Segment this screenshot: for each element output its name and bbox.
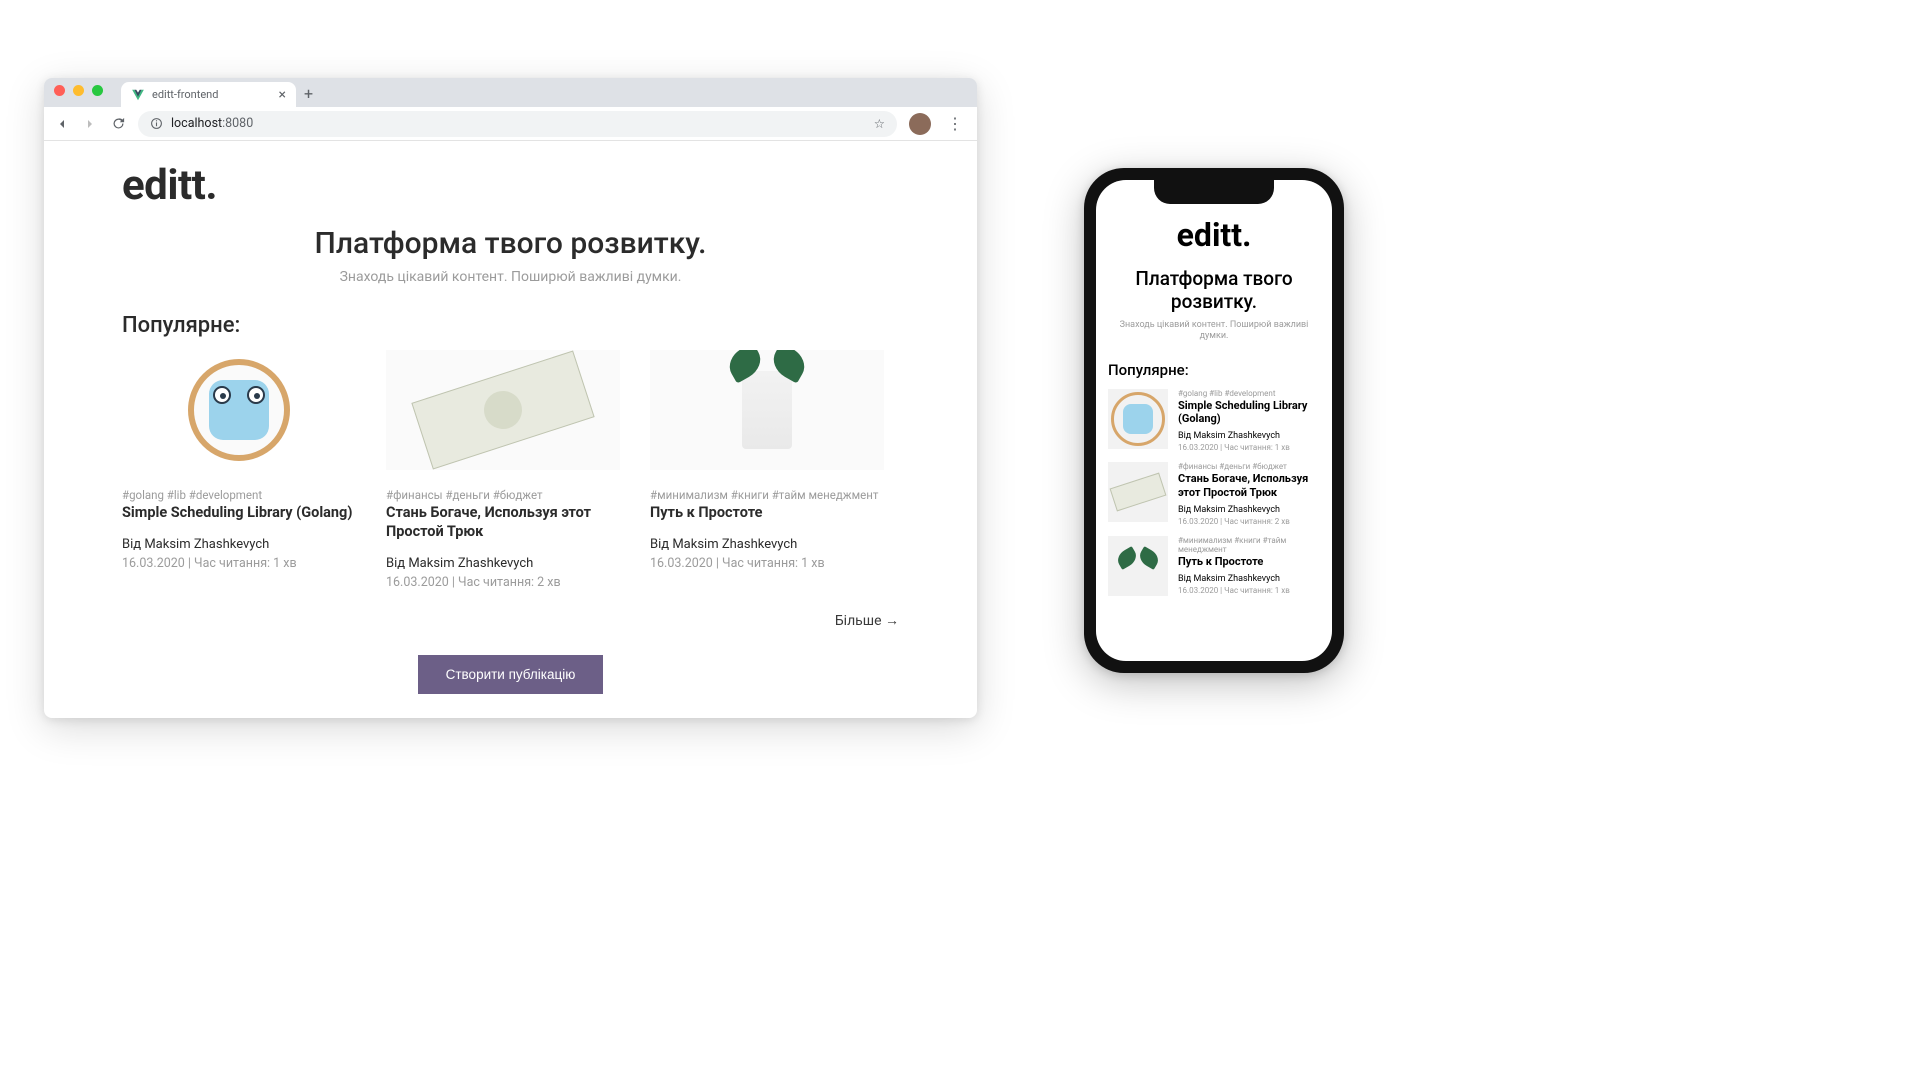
browser-tab[interactable]: editt-frontend × (121, 82, 296, 107)
hero-subtitle: Знаходь цікавий контент. Поширюй важливі… (122, 269, 899, 285)
plant-icon (742, 371, 792, 449)
browser-menu-button[interactable]: ⋮ (943, 114, 967, 133)
browser-toolbar: localhost:8080 ☆ ⋮ (44, 107, 977, 141)
create-post-button[interactable]: Створити публікацію (418, 655, 604, 694)
info-icon (150, 117, 163, 130)
cards-row: #golang #lib #development Simple Schedul… (122, 350, 899, 590)
window-controls (54, 78, 121, 107)
hero-subtitle-mobile: Знаходь цікавий контент. Поширюй важливі… (1108, 320, 1320, 343)
article-meta: 16.03.2020 | Час читання: 1 хв (650, 556, 884, 571)
section-title-popular: Популярне: (122, 313, 899, 338)
page-content: editt. Платформа твого розвитку. Знаходь… (44, 141, 977, 718)
forward-button[interactable] (82, 116, 98, 132)
phone-frame: editt. Платформа твого розвитку. Знаходь… (1084, 168, 1344, 673)
article-author: Від Maksim Zhashkevych (1178, 505, 1320, 515)
article-tags: #финансы #деньги #бюджет (386, 488, 620, 502)
article-card[interactable]: #golang #lib #development Simple Schedul… (122, 350, 356, 590)
hero-title-mobile: Платформа твого розвитку. (1108, 268, 1320, 314)
article-title: Путь к Простоте (650, 504, 884, 523)
plant-icon (1123, 546, 1153, 586)
back-button[interactable] (54, 116, 70, 132)
dollar-bill-icon (411, 350, 594, 469)
arrow-right-icon (82, 116, 98, 132)
article-author: Від Maksim Zhashkevych (1178, 574, 1320, 584)
article-meta: 16.03.2020 | Час читання: 1 хв (1178, 443, 1320, 452)
article-title: Путь к Простоте (1178, 555, 1320, 568)
article-meta: 16.03.2020 | Час читання: 2 хв (386, 575, 620, 590)
article-title: Simple Scheduling Library (Golang) (1178, 399, 1320, 425)
list-item[interactable]: #финансы #деньги #бюджет Стань Богаче, И… (1108, 462, 1320, 525)
article-author: Від Maksim Zhashkevych (1178, 431, 1320, 441)
hero-title: Платформа твого розвитку. (122, 226, 899, 261)
article-tags: #финансы #деньги #бюджет (1178, 462, 1320, 471)
url-text: localhost:8080 (171, 116, 253, 131)
minimize-window-button[interactable] (73, 85, 84, 96)
section-title-popular-mobile: Популярне: (1108, 361, 1320, 379)
article-title: Стань Богаче, Используя этот Простой Трю… (1178, 472, 1320, 498)
article-title: Simple Scheduling Library (Golang) (122, 504, 356, 523)
article-tags: #минимализм #книги #тайм менеджмент (1178, 536, 1320, 554)
gopher-clock-icon (188, 359, 290, 461)
list-item[interactable]: #golang #lib #development Simple Schedul… (1108, 389, 1320, 452)
article-thumbnail (1108, 389, 1168, 449)
phone-screen: editt. Платформа твого розвитку. Знаходь… (1096, 180, 1332, 661)
close-window-button[interactable] (54, 85, 65, 96)
tab-title: editt-frontend (152, 88, 218, 101)
article-author: Від Maksim Zhashkevych (650, 537, 884, 552)
article-author: Від Maksim Zhashkevych (122, 537, 356, 552)
article-tags: #golang #lib #development (122, 488, 356, 502)
dollar-bill-icon (1110, 473, 1167, 512)
article-card[interactable]: #минимализм #книги #тайм менеджмент Путь… (650, 350, 884, 590)
article-meta: 16.03.2020 | Час читання: 2 хв (1178, 517, 1320, 526)
article-tags: #golang #lib #development (1178, 389, 1320, 398)
article-title: Стань Богаче, Используя этот Простой Трю… (386, 504, 620, 542)
close-tab-icon[interactable]: × (279, 88, 286, 102)
arrow-left-icon (54, 116, 70, 132)
site-logo-mobile[interactable]: editt. (1108, 216, 1320, 254)
article-card[interactable]: #финансы #деньги #бюджет Стань Богаче, И… (386, 350, 620, 590)
phone-notch (1154, 180, 1274, 204)
article-thumbnail (386, 350, 620, 470)
reload-icon (111, 116, 126, 131)
reload-button[interactable] (110, 116, 126, 132)
article-tags: #минимализм #книги #тайм менеджмент (650, 488, 884, 502)
profile-avatar[interactable] (909, 113, 931, 135)
vue-favicon-icon (131, 88, 145, 102)
address-bar[interactable]: localhost:8080 ☆ (138, 111, 897, 137)
maximize-window-button[interactable] (92, 85, 103, 96)
browser-titlebar: editt-frontend × + (44, 78, 977, 107)
more-link[interactable]: Більше → (122, 612, 899, 629)
new-tab-button[interactable]: + (296, 84, 321, 107)
article-meta: 16.03.2020 | Час читання: 1 хв (1178, 586, 1320, 595)
article-author: Від Maksim Zhashkevych (386, 556, 620, 571)
list-item[interactable]: #минимализм #книги #тайм менеджмент Путь… (1108, 536, 1320, 596)
article-thumbnail (122, 350, 356, 470)
gopher-clock-icon (1111, 392, 1165, 446)
bookmark-icon[interactable]: ☆ (874, 116, 885, 132)
article-thumbnail (1108, 462, 1168, 522)
browser-window: editt-frontend × + localhost:8080 ☆ ⋮ ed… (44, 78, 977, 718)
article-thumbnail (1108, 536, 1168, 596)
article-thumbnail (650, 350, 884, 470)
site-logo[interactable]: editt. (122, 161, 899, 210)
article-meta: 16.03.2020 | Час читання: 1 хв (122, 556, 356, 571)
